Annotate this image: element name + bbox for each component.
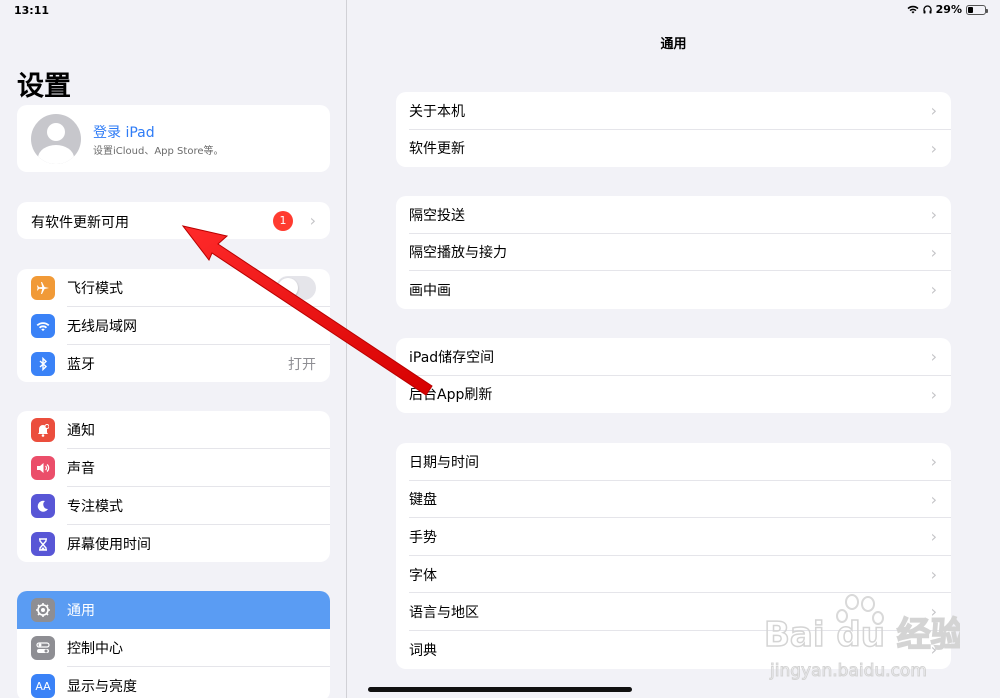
- watermark-url: jingyan.baidu.com: [769, 661, 927, 681]
- row-label: 画中画: [409, 282, 451, 299]
- row-airplay-handoff[interactable]: 隔空播放与接力 ›: [396, 234, 951, 272]
- row-fonts[interactable]: 字体 ›: [396, 556, 951, 594]
- profile-name: 登录 iPad: [93, 125, 155, 141]
- chevron-right-icon: ›: [930, 280, 937, 300]
- row-airdrop[interactable]: 隔空投送 ›: [396, 196, 951, 234]
- sidebar-item-screen-time[interactable]: 屏幕使用时间: [17, 525, 330, 562]
- row-software-update[interactable]: 软件更新 ›: [396, 130, 951, 168]
- airplane-icon: [31, 276, 55, 300]
- row-about[interactable]: 关于本机 ›: [396, 92, 951, 130]
- toggles-icon: [31, 636, 55, 660]
- sidebar-item-label: 飞行模式: [67, 281, 123, 297]
- row-gestures[interactable]: 手势 ›: [396, 518, 951, 556]
- row-label: iPad储存空间: [409, 349, 495, 366]
- sidebar-item-airplane[interactable]: 飞行模式: [17, 269, 330, 307]
- battery-percent: 29%: [935, 3, 962, 16]
- chevron-right-icon: ›: [930, 138, 937, 158]
- sidebar-item-notifications[interactable]: 通知: [17, 411, 330, 449]
- row-label: 隔空投送: [409, 207, 465, 224]
- sidebar-item-wifi[interactable]: 无线局域网: [17, 307, 330, 345]
- connectivity-group: 飞行模式 无线局域网 蓝牙 打开: [17, 269, 330, 382]
- row-label: 字体: [409, 567, 437, 584]
- sidebar-item-general[interactable]: 通用: [17, 591, 330, 629]
- sidebar-item-control-center[interactable]: 控制中心: [17, 629, 330, 667]
- row-label: 软件更新: [409, 141, 465, 158]
- chevron-right-icon: ›: [930, 384, 937, 404]
- speaker-icon: [31, 456, 55, 480]
- row-label: 手势: [409, 529, 437, 546]
- sidebar-item-focus[interactable]: 专注模式: [17, 487, 330, 525]
- profile-subtitle: 设置iCloud、App Store等。: [93, 146, 224, 157]
- sidebar-item-label: 控制中心: [67, 641, 123, 657]
- row-label: 键盘: [409, 492, 437, 509]
- avatar: [31, 114, 81, 164]
- chevron-right-icon: ›: [930, 489, 937, 509]
- row-background-refresh[interactable]: 后台App刷新 ›: [396, 376, 951, 414]
- sidebar-item-label: 蓝牙: [67, 357, 95, 373]
- row-label: 关于本机: [409, 103, 465, 120]
- sidebar-item-label: 声音: [67, 461, 95, 477]
- notification-group: 通知 声音 专注模式 屏幕使用时间: [17, 411, 330, 562]
- status-right: 29%: [907, 3, 988, 16]
- chevron-right-icon: ›: [930, 527, 937, 547]
- sidebar-item-label: 通用: [67, 603, 95, 619]
- chevron-right-icon: ›: [930, 101, 937, 120]
- row-label: 后台App刷新: [409, 387, 493, 404]
- row-label: 隔空播放与接力: [409, 245, 507, 262]
- sidebar-item-bluetooth[interactable]: 蓝牙 打开: [17, 345, 330, 382]
- gear-icon: [31, 598, 55, 622]
- row-label: 日期与时间: [409, 454, 479, 471]
- wifi-status-icon: [907, 5, 919, 14]
- sidebar-item-label: 专注模式: [67, 499, 123, 515]
- wifi-icon: [31, 314, 55, 338]
- settings-group-airdrop: 隔空投送 › 隔空播放与接力 › 画中画 ›: [396, 196, 951, 309]
- chevron-right-icon: ›: [309, 211, 316, 230]
- chevron-right-icon: ›: [930, 452, 937, 471]
- main-title: 通用: [660, 37, 687, 52]
- profile-card[interactable]: 登录 iPad 设置iCloud、App Store等。: [17, 105, 330, 172]
- sidebar-item-display[interactable]: AA 显示与亮度: [17, 667, 330, 698]
- bell-icon: [31, 418, 55, 442]
- system-group: 通用 控制中心 AA 显示与亮度: [17, 591, 330, 698]
- chevron-right-icon: ›: [930, 242, 937, 262]
- watermark-brand: Bai du 经验: [764, 615, 960, 655]
- pane-divider: [346, 0, 347, 698]
- chevron-right-icon: ›: [930, 205, 937, 224]
- hourglass-icon: [31, 532, 55, 556]
- row-label: 词典: [409, 642, 437, 659]
- settings-group-about: 关于本机 › 软件更新 ›: [396, 92, 951, 168]
- chevron-right-icon: ›: [930, 347, 937, 366]
- sidebar: 设置 登录 iPad 设置iCloud、App Store等。 有软件更新可用 …: [0, 0, 346, 698]
- chevron-right-icon: ›: [930, 564, 937, 584]
- moon-icon: [31, 494, 55, 518]
- software-update-banner[interactable]: 有软件更新可用 1 ›: [17, 202, 330, 239]
- airplane-toggle[interactable]: [276, 276, 316, 300]
- sidebar-item-label: 无线局域网: [67, 319, 137, 335]
- battery-icon: [966, 4, 988, 15]
- row-label: 语言与地区: [409, 605, 479, 622]
- baidu-watermark: Bai du 经验 jingyan.baidu.com: [763, 594, 960, 682]
- sidebar-item-label: 屏幕使用时间: [67, 537, 151, 553]
- settings-group-storage: iPad储存空间 › 后台App刷新 ›: [396, 338, 951, 414]
- sidebar-item-sounds[interactable]: 声音: [17, 449, 330, 487]
- update-badge: 1: [273, 211, 293, 231]
- row-picture-in-picture[interactable]: 画中画 ›: [396, 271, 951, 309]
- row-date-time[interactable]: 日期与时间 ›: [396, 443, 951, 481]
- update-label: 有软件更新可用: [31, 215, 129, 231]
- sidebar-title: 设置: [17, 71, 71, 102]
- home-indicator: [368, 687, 632, 692]
- bluetooth-status: 打开: [288, 357, 316, 373]
- sidebar-item-label: 通知: [67, 423, 95, 439]
- sidebar-item-label: 显示与亮度: [67, 679, 137, 695]
- headphones-icon: [923, 5, 932, 14]
- row-keyboard[interactable]: 键盘 ›: [396, 481, 951, 519]
- row-ipad-storage[interactable]: iPad储存空间 ›: [396, 338, 951, 376]
- bluetooth-icon: [31, 352, 55, 376]
- text-size-icon: AA: [31, 674, 55, 698]
